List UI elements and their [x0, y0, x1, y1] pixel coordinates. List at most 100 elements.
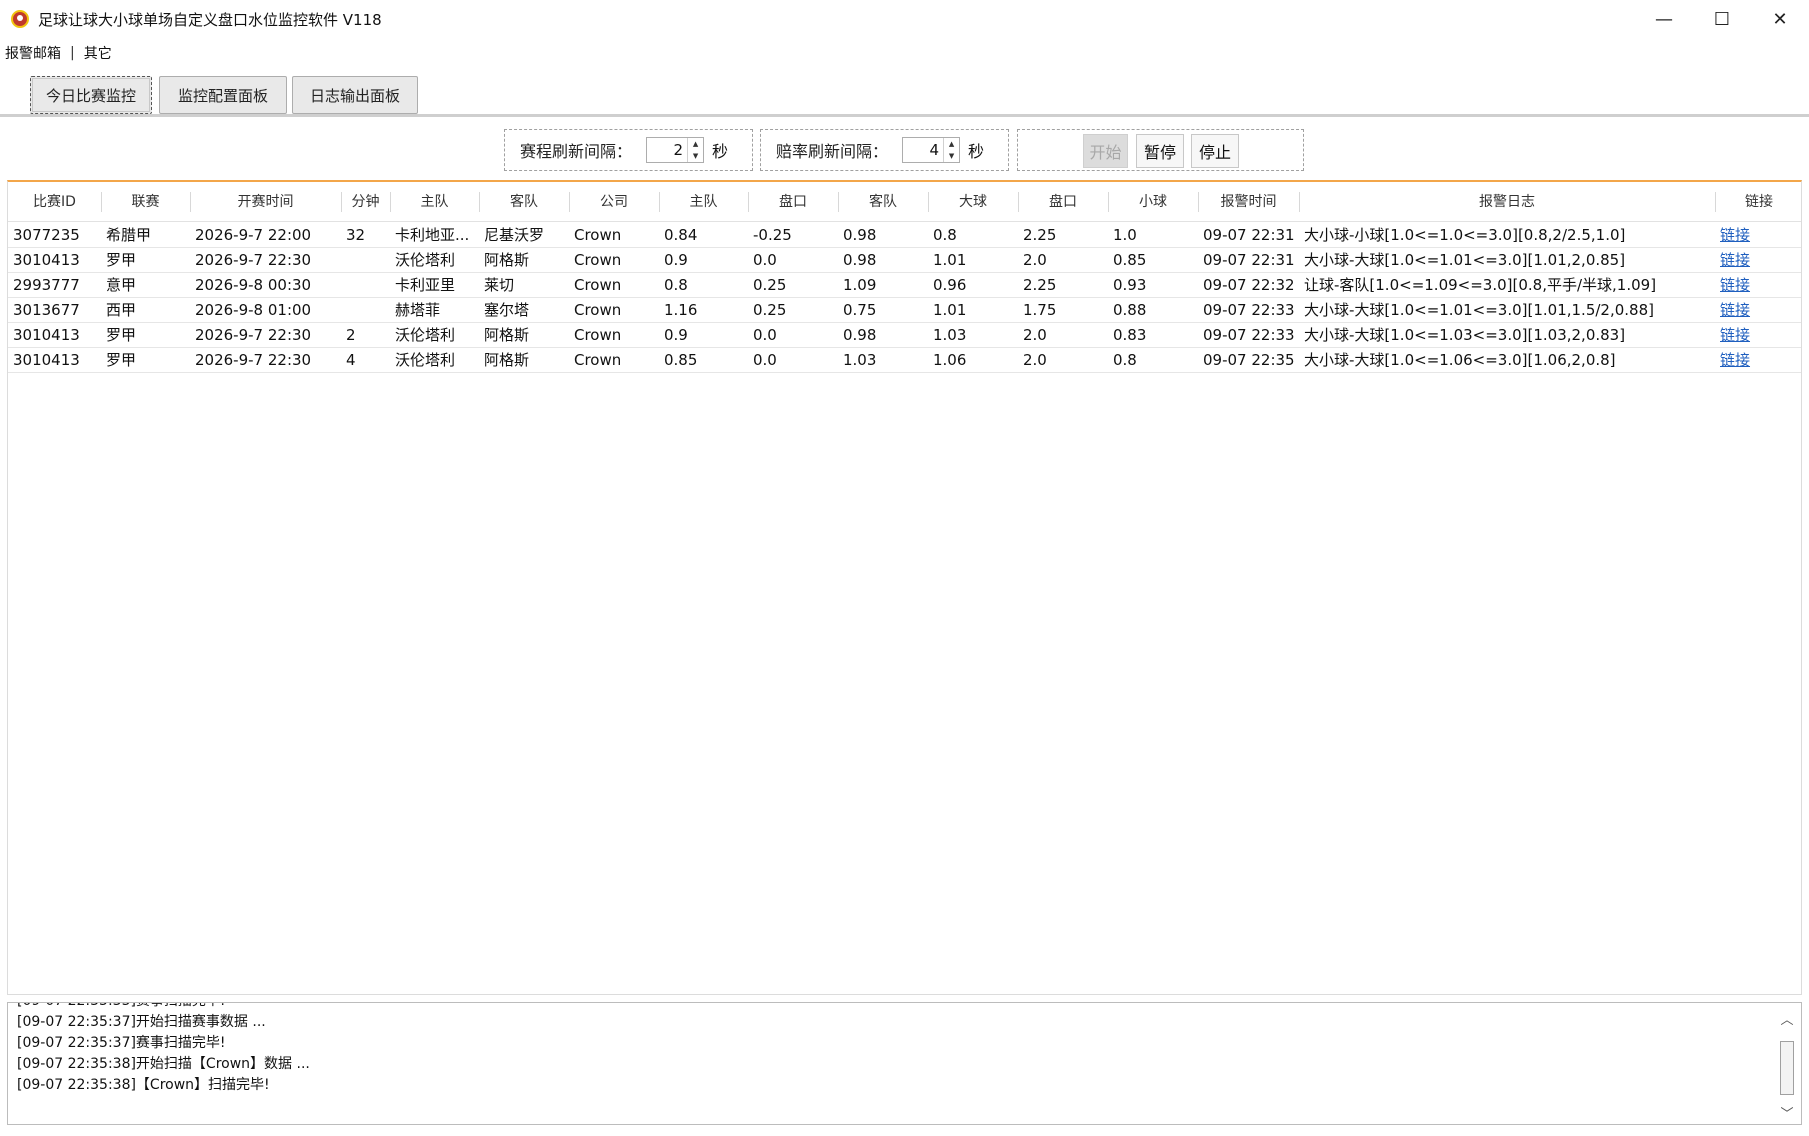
schedule-interval-spinner[interactable]: 2 ▲ ▼ — [646, 137, 705, 163]
spinner-up-icon[interactable]: ▲ — [944, 138, 959, 150]
cell-match-link[interactable]: 链接 — [1720, 323, 1801, 347]
cell-match-link[interactable]: 链接 — [1720, 248, 1801, 272]
toolbar: 赛程刷新间隔： 2 ▲ ▼ 秒 赔率刷新间隔： 4 ▲ ▼ 秒 开始 暂停 停止 — [0, 120, 1809, 182]
table-row[interactable]: 3010413 罗甲 2026-9-7 22:30 4 沃伦塔利 阿格斯 Crown 0.85… — [8, 348, 1801, 373]
tab-monitor-config[interactable]: 监控配置面板 — [159, 76, 287, 114]
start-button[interactable]: 开始 — [1083, 134, 1128, 168]
column-header-away-team[interactable]: 客队 — [479, 182, 569, 222]
cell-kickoff-time: 2026-9-7 22:30 — [195, 251, 312, 269]
scrollbar-thumb[interactable] — [1780, 1041, 1794, 1095]
cell-league: 希腊甲 — [106, 226, 152, 244]
column-header-home-team[interactable]: 主队 — [390, 182, 479, 222]
cell-alert-log: 大小球-大球[1.0<=1.01<=3.0][1.01,2,0.85] — [1304, 251, 1626, 269]
column-separator[interactable] — [928, 192, 929, 212]
cell-handicap-line: 0.25 — [753, 301, 787, 319]
column-separator[interactable] — [659, 192, 660, 212]
column-separator[interactable] — [341, 192, 342, 212]
column-separator[interactable] — [569, 192, 570, 212]
cell-handicap-line: 0.0 — [753, 251, 777, 269]
odds-interval-label: 赔率刷新间隔： — [776, 142, 889, 161]
column-header-league[interactable]: 联赛 — [101, 182, 190, 222]
table-row[interactable]: 2993777 意甲 2026-9-8 00:30 卡利亚里 莱切 Crown 0.8 0.2… — [8, 273, 1801, 298]
cell-handicap-home-odds: 1.16 — [664, 301, 698, 319]
schedule-interval-value[interactable]: 2 — [647, 138, 687, 162]
cell-match-link[interactable]: 链接 — [1720, 273, 1801, 297]
table-row[interactable]: 3013677 西甲 2026-9-8 01:00 赫塔菲 塞尔塔 Crown 1.16 0.… — [8, 298, 1801, 323]
column-separator[interactable] — [1018, 192, 1019, 212]
column-header-total-line[interactable]: 盘口 — [1018, 182, 1108, 222]
column-separator[interactable] — [1108, 192, 1109, 212]
close-button[interactable]: ✕ — [1751, 0, 1809, 38]
column-separator[interactable] — [838, 192, 839, 212]
cell-match-link[interactable]: 链接 — [1720, 223, 1801, 247]
column-header-company[interactable]: 公司 — [569, 182, 659, 222]
cell-company: Crown — [574, 351, 622, 369]
column-header-alert-log[interactable]: 报警日志 — [1299, 182, 1715, 222]
menu-other[interactable]: 其它 — [84, 43, 112, 63]
column-header-kickoff-time[interactable]: 开赛时间 — [190, 182, 341, 222]
cell-handicap-home-odds: 0.9 — [664, 326, 688, 344]
column-separator[interactable] — [1198, 192, 1199, 212]
stop-button[interactable]: 停止 — [1191, 134, 1239, 168]
log-line: [09-07 22:35:38]开始扫描【Crown】数据 ... — [17, 1056, 310, 1072]
column-header-handicap-line[interactable]: 盘口 — [748, 182, 838, 222]
log-panel[interactable]: [09-07 22:35:35]赛事扫描完毕! [09-07 22:35:37]开… — [7, 1002, 1802, 1125]
menu-separator: | — [70, 45, 75, 61]
schedule-interval-label: 赛程刷新间隔： — [520, 142, 633, 161]
spinner-down-icon[interactable]: ▼ — [944, 150, 959, 162]
column-separator[interactable] — [1715, 192, 1716, 212]
cell-handicap-line: 0.0 — [753, 351, 777, 369]
spinner-down-icon[interactable]: ▼ — [688, 150, 703, 162]
cell-home-team: 卡利地亚... — [395, 226, 470, 244]
column-header-handicap-away-odds[interactable]: 客队 — [838, 182, 928, 222]
column-separator[interactable] — [1299, 192, 1300, 212]
menu-alert-mailbox[interactable]: 报警邮箱 — [5, 43, 61, 63]
column-separator[interactable] — [748, 192, 749, 212]
column-header-under-odds[interactable]: 小球 — [1108, 182, 1198, 222]
cell-match-link[interactable]: 链接 — [1720, 298, 1801, 322]
table-row[interactable]: 3010413 罗甲 2026-9-7 22:30 2 沃伦塔利 阿格斯 Crown 0.9 0… — [8, 323, 1801, 348]
cell-handicap-away-odds: 0.98 — [843, 326, 877, 344]
table-row[interactable]: 3077235 希腊甲 2026-9-7 22:00 32 卡利地亚... 尼基沃罗 Cro… — [8, 223, 1801, 248]
odds-interval-value[interactable]: 4 — [903, 138, 943, 162]
cell-handicap-away-odds: 1.03 — [843, 351, 877, 369]
title-bar: 足球让球大小球单场自定义盘口水位监控软件 V118 — ☐ ✕ — [0, 0, 1809, 38]
column-header-match-link[interactable]: 链接 — [1715, 182, 1801, 222]
log-line: [09-07 22:35:37]开始扫描赛事数据 ... — [17, 1014, 266, 1030]
odds-interval-spinner[interactable]: 4 ▲ ▼ — [902, 137, 961, 163]
cell-over-odds: 0.96 — [933, 276, 967, 294]
column-separator[interactable] — [101, 192, 102, 212]
cell-handicap-away-odds: 0.98 — [843, 226, 877, 244]
minimize-button[interactable]: — — [1635, 0, 1693, 38]
cell-minute: 4 — [346, 351, 356, 369]
cell-league: 西甲 — [106, 301, 137, 319]
cell-handicap-home-odds: 0.9 — [664, 251, 688, 269]
tab-today-monitor[interactable]: 今日比赛监控 — [30, 76, 152, 114]
cell-home-team: 沃伦塔利 — [395, 251, 456, 269]
tab-log-output[interactable]: 日志输出面板 — [292, 76, 418, 114]
column-header-alert-time[interactable]: 报警时间 — [1198, 182, 1299, 222]
cell-under-odds: 0.85 — [1113, 251, 1147, 269]
column-header-handicap-home-odds[interactable]: 主队 — [659, 182, 748, 222]
spinner-up-icon[interactable]: ▲ — [688, 138, 703, 150]
column-separator[interactable] — [479, 192, 480, 212]
column-separator[interactable] — [190, 192, 191, 212]
column-header-match-id[interactable]: 比赛ID — [8, 182, 101, 222]
cell-alert-log: 大小球-大球[1.0<=1.03<=3.0][1.03,2,0.83] — [1304, 326, 1626, 344]
cell-kickoff-time: 2026-9-8 00:30 — [195, 276, 312, 294]
cell-match-link[interactable]: 链接 — [1720, 348, 1801, 372]
column-header-minute[interactable]: 分钟 — [341, 182, 390, 222]
maximize-button[interactable]: ☐ — [1693, 0, 1751, 38]
cell-over-odds: 1.01 — [933, 251, 967, 269]
cell-under-odds: 0.93 — [1113, 276, 1147, 294]
cell-minute — [346, 248, 389, 272]
scroll-up-icon[interactable]: ︿ — [1779, 1009, 1795, 1028]
cell-match-id: 3077235 — [13, 226, 80, 244]
cell-kickoff-time: 2026-9-7 22:30 — [195, 351, 312, 369]
scroll-down-icon[interactable]: ﹀ — [1779, 1103, 1795, 1122]
column-header-over-odds[interactable]: 大球 — [928, 182, 1018, 222]
cell-minute: 2 — [346, 326, 356, 344]
column-separator[interactable] — [390, 192, 391, 212]
pause-button[interactable]: 暂停 — [1136, 134, 1184, 168]
table-row[interactable]: 3010413 罗甲 2026-9-7 22:30 沃伦塔利 阿格斯 Crown 0.9 0.… — [8, 248, 1801, 273]
